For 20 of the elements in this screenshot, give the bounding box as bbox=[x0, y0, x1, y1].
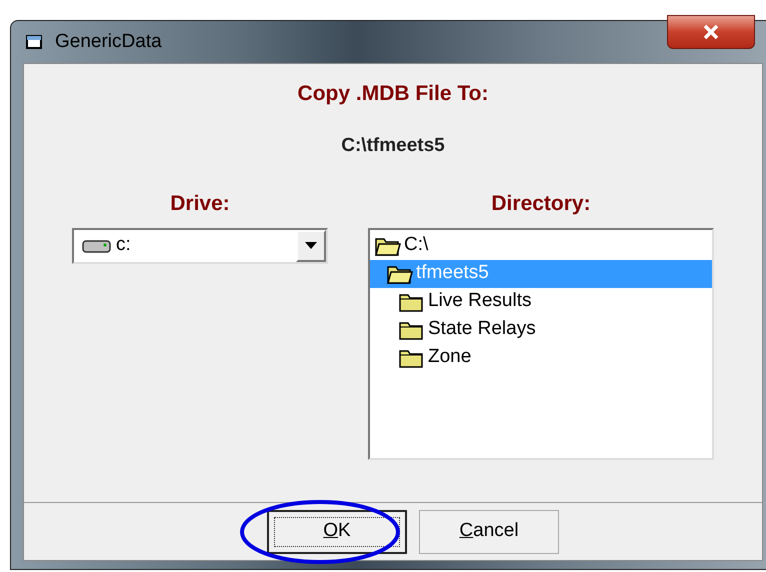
close-icon bbox=[702, 24, 720, 40]
drive-value: c: bbox=[116, 233, 131, 258]
ok-button[interactable]: OK bbox=[267, 510, 407, 554]
drive-icon bbox=[82, 238, 112, 254]
dropdown-button[interactable] bbox=[296, 230, 326, 262]
directory-item[interactable]: Live Results bbox=[370, 288, 712, 316]
directory-label: Directory: bbox=[491, 191, 591, 217]
directory-item[interactable]: C:\ bbox=[370, 232, 712, 260]
dialog-heading: Copy .MDB File To: bbox=[296, 81, 490, 107]
destination-path: C:\tfmeets5 bbox=[340, 134, 446, 158]
cancel-button[interactable]: Cancel bbox=[419, 510, 559, 554]
window-title: GenericData bbox=[55, 30, 162, 54]
directory-item[interactable]: State Relays bbox=[370, 316, 712, 344]
close-button[interactable] bbox=[667, 15, 755, 49]
directory-item[interactable]: Zone bbox=[370, 344, 712, 372]
app-icon bbox=[25, 33, 45, 51]
directory-list[interactable]: C:\ tfmeets5 Live Results State Relays Zone bbox=[368, 228, 714, 460]
drive-select[interactable]: c: bbox=[72, 228, 328, 264]
caret-icon bbox=[305, 242, 317, 249]
drive-label: Drive: bbox=[170, 191, 230, 217]
